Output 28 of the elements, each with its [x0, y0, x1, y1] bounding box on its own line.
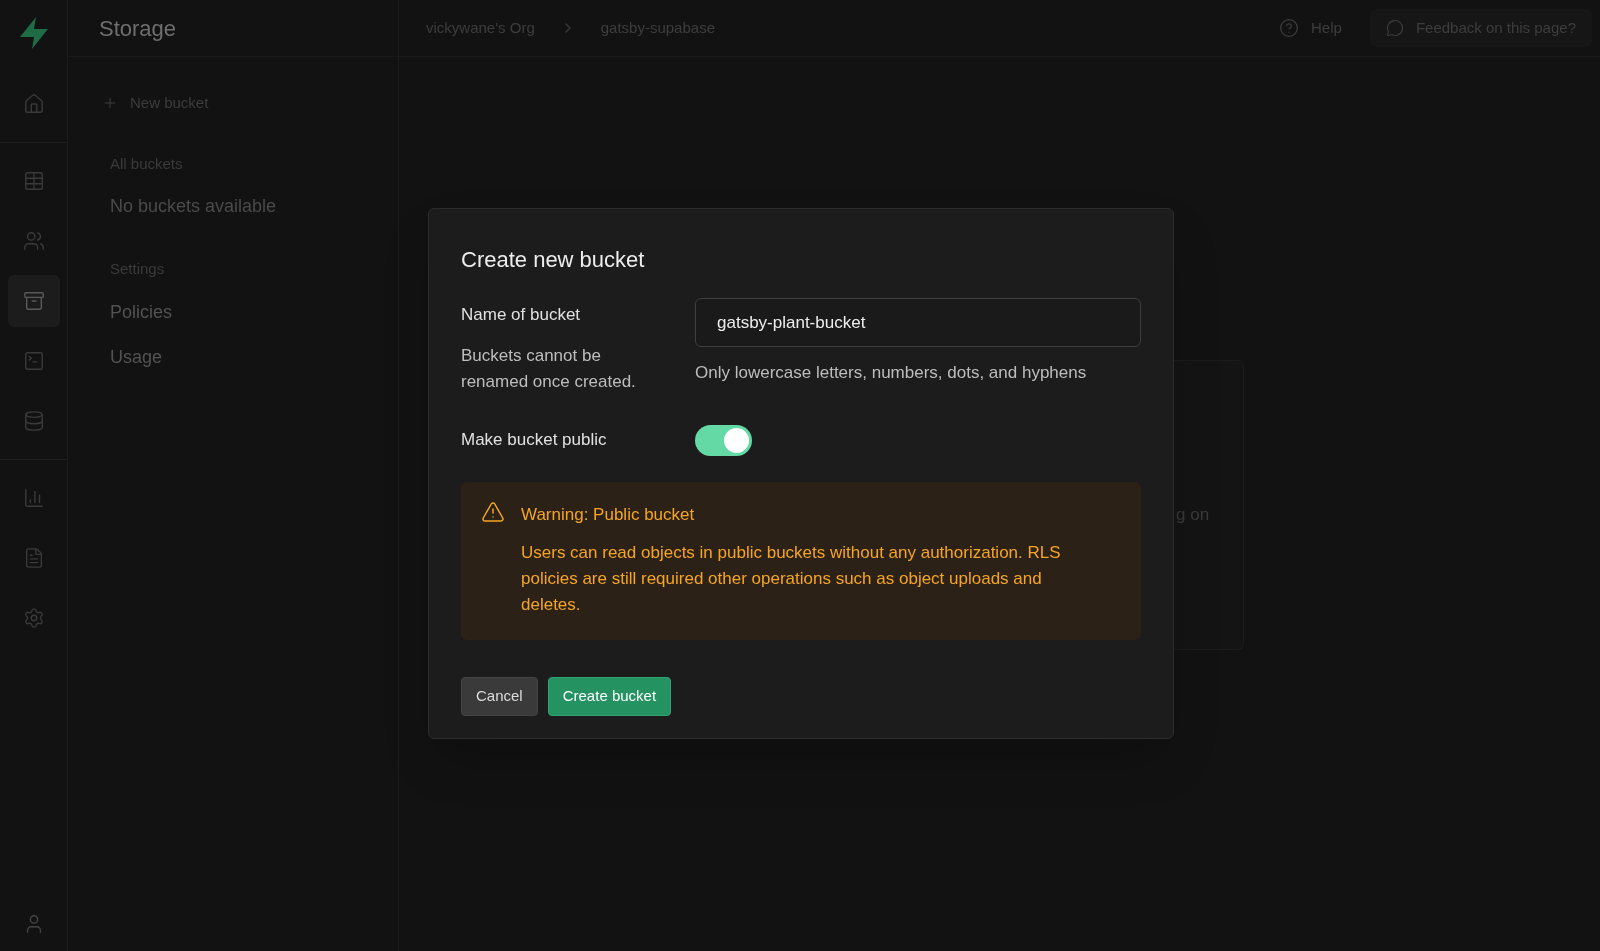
- database-icon: [22, 410, 45, 432]
- bucket-name-input[interactable]: gatsby-plant-bucket: [695, 298, 1141, 347]
- terminal-icon: [22, 350, 45, 372]
- warning-text: Users can read objects in public buckets without any authorization. RLS policies are still required other operations such as object uploads and deletes.: [521, 542, 1062, 616]
- sidebar-item[interactable]: Policies: [110, 298, 360, 326]
- public-toggle[interactable]: [695, 424, 752, 456]
- nav-rail-button[interactable]: [7, 275, 60, 327]
- dialog-title: Create new bucket: [461, 246, 646, 274]
- empty-message: No buckets available: [110, 195, 278, 218]
- field-hint: Only lowercase letters, numbers, dots, and hyphens: [695, 362, 1088, 384]
- table-icon: [22, 170, 45, 192]
- field-help: Buckets cannot be renamed once created.: [461, 344, 637, 393]
- field-label: Name of bucket: [461, 304, 582, 326]
- archive-icon: [22, 290, 45, 312]
- help-icon: [1279, 18, 1299, 38]
- home-icon: [22, 93, 45, 115]
- warning-title: Warning: Public bucket: [521, 503, 696, 526]
- speech-bubble-icon: [1385, 19, 1404, 37]
- section-title: Storage: [99, 14, 177, 43]
- users-icon: [22, 230, 45, 252]
- cancel-button[interactable]: Cancel: [461, 677, 538, 716]
- create-button[interactable]: Create bucket: [547, 677, 672, 716]
- bar-chart-icon: [22, 487, 45, 509]
- warning-icon: [481, 499, 505, 524]
- toggle-label: Make bucket public: [461, 429, 608, 452]
- bolt-logo-icon[interactable]: [17, 16, 50, 50]
- sidebar-item[interactable]: Usage: [110, 343, 360, 371]
- settings-icon: [22, 607, 45, 629]
